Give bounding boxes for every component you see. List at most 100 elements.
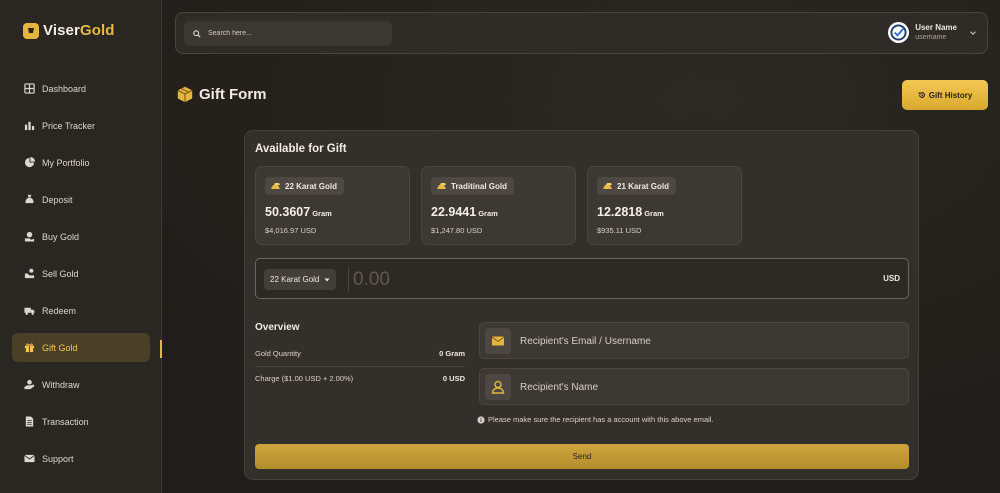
- gold-bar-icon: [271, 182, 280, 189]
- user-check-icon: [890, 24, 907, 41]
- user-info: User Name username: [915, 23, 957, 42]
- top-bar: User Name username: [175, 12, 988, 54]
- brand-name-part1: Viser: [43, 22, 80, 39]
- available-title: Available for Gift: [255, 143, 347, 155]
- overview-row-quantity: Gold Quantity 0 Gram: [255, 349, 465, 358]
- gold-bar-icon: [437, 182, 446, 189]
- gold-amount: 50.3607 Gram: [265, 205, 332, 219]
- gold-tag: 22 Karat Gold: [265, 177, 345, 195]
- avatar: [888, 22, 910, 43]
- gold-type-select[interactable]: 22 Karat Gold: [264, 269, 337, 290]
- gold-card-21k[interactable]: 21 Karat Gold 12.2818 Gram $935.11 USD: [587, 166, 742, 245]
- search-input[interactable]: [208, 30, 388, 37]
- sidebar: ViserGold Dashboard Price Tracker My Por…: [0, 0, 162, 493]
- sidebar-nav: Dashboard Price Tracker My Portfolio Dep…: [12, 74, 150, 481]
- gift-history-label: Gift History: [928, 90, 973, 100]
- amount-field: 22 Karat Gold USD: [255, 258, 909, 299]
- page-header: Gift Form: [176, 85, 267, 103]
- buy-icon: [24, 231, 35, 242]
- currency-label: USD: [883, 274, 900, 283]
- recipient-email-field: [479, 322, 909, 359]
- gift-history-button[interactable]: Gift History: [902, 80, 988, 110]
- app-root: ViserGold Dashboard Price Tracker My Por…: [0, 0, 1000, 493]
- gold-label: 22 Karat Gold: [285, 181, 338, 191]
- gold-tag: Traditinal Gold: [431, 177, 515, 195]
- sidebar-item-price-tracker[interactable]: Price Tracker: [12, 111, 150, 140]
- envelope-icon: [24, 454, 35, 463]
- sidebar-item-gift-gold[interactable]: Gift Gold: [12, 333, 150, 362]
- gold-amount-value: 50.3607: [265, 205, 311, 219]
- gold-amount: 12.2818 Gram: [597, 205, 664, 219]
- recipient-note: Please make sure the recipient has a acc…: [477, 415, 714, 424]
- recipient-name-field: [479, 368, 909, 405]
- recipient-name-input[interactable]: [520, 375, 900, 399]
- sidebar-item-label: Buy Gold: [42, 231, 80, 242]
- sidebar-item-sell-gold[interactable]: Sell Gold: [12, 259, 150, 288]
- sidebar-item-label: Support: [42, 453, 74, 464]
- envelope-icon: [485, 328, 511, 354]
- gold-tag: 21 Karat Gold: [597, 177, 677, 195]
- pie-chart-icon: [24, 157, 35, 168]
- brand-name: ViserGold: [43, 22, 115, 39]
- amount-input[interactable]: [353, 267, 823, 292]
- recipient-email-input[interactable]: [520, 329, 900, 353]
- gold-usd-value: $1,247.80 USD: [431, 226, 483, 235]
- sidebar-item-transaction[interactable]: Transaction: [12, 407, 150, 436]
- user-username: username: [915, 34, 947, 41]
- gold-label: Traditinal Gold: [451, 181, 508, 191]
- sidebar-item-support[interactable]: Support: [12, 444, 150, 473]
- brand-logo[interactable]: ViserGold: [23, 22, 115, 39]
- gold-card-traditional[interactable]: Traditinal Gold 22.9441 Gram $1,247.80 US…: [421, 166, 576, 245]
- sidebar-item-label: Redeem: [42, 305, 77, 316]
- search-icon: [193, 29, 201, 38]
- send-button[interactable]: Send: [255, 444, 909, 469]
- gold-amount: 22.9441 Gram: [431, 205, 498, 219]
- gold-label: 21 Karat Gold: [617, 181, 670, 191]
- user-icon: [485, 374, 511, 400]
- sidebar-item-label: My Portfolio: [42, 157, 90, 168]
- gold-bar-icon: [603, 182, 612, 189]
- user-name: User Name: [915, 23, 957, 32]
- money-bag-icon: [25, 194, 34, 204]
- sidebar-item-buy-gold[interactable]: Buy Gold: [12, 222, 150, 251]
- gold-amount-unit: Gram: [312, 209, 332, 218]
- sidebar-item-dashboard[interactable]: Dashboard: [12, 74, 150, 103]
- gold-amount-value: 22.9441: [431, 205, 477, 219]
- overview-row-charge: Charge ($1.00 USD + 2.00%) 0 USD: [255, 374, 465, 383]
- gold-type-selected: 22 Karat Gold: [270, 275, 320, 284]
- gold-usd-value: $4,016.97 USD: [265, 226, 317, 235]
- dashboard-icon: [24, 83, 35, 94]
- user-menu[interactable]: User Name username: [888, 22, 977, 43]
- sidebar-item-label: Sell Gold: [42, 268, 79, 279]
- gift-form-card: Available for Gift 22 Karat Gold 50.3607…: [244, 130, 919, 480]
- file-icon: [25, 416, 34, 427]
- withdraw-icon: [24, 379, 35, 390]
- sidebar-item-label: Withdraw: [42, 379, 80, 390]
- sidebar-item-withdraw[interactable]: Withdraw: [12, 370, 150, 399]
- overview-value: 0 Gram: [439, 349, 465, 358]
- gold-card-22k[interactable]: 22 Karat Gold 50.3607 Gram $4,016.97 USD: [255, 166, 410, 245]
- gold-amount-unit: Gram: [478, 209, 498, 218]
- logo-icon: [23, 22, 39, 39]
- sidebar-item-label: Dashboard: [42, 83, 87, 94]
- sidebar-item-redeem[interactable]: Redeem: [12, 296, 150, 325]
- truck-icon: [24, 307, 35, 315]
- chevron-down-icon[interactable]: [969, 29, 977, 37]
- sell-icon: [24, 268, 35, 279]
- overview-label: Gold Quantity: [255, 349, 301, 358]
- sidebar-item-label: Gift Gold: [42, 342, 78, 353]
- divider: [255, 366, 465, 367]
- search-box: [184, 21, 392, 46]
- gift-box-icon: [177, 86, 193, 103]
- caret-down-icon: [324, 278, 330, 281]
- recipient-note-text: Please make sure the recipient has a acc…: [488, 415, 714, 424]
- sidebar-item-my-portfolio[interactable]: My Portfolio: [12, 148, 150, 177]
- page-title: Gift Form: [199, 85, 267, 103]
- active-indicator: [160, 340, 162, 358]
- overview-title: Overview: [255, 322, 300, 333]
- sidebar-item-label: Price Tracker: [42, 120, 96, 131]
- history-icon: [918, 92, 925, 98]
- sidebar-item-deposit[interactable]: Deposit: [12, 185, 150, 214]
- sidebar-item-label: Transaction: [42, 416, 89, 427]
- gold-amount-value: 12.2818: [597, 205, 643, 219]
